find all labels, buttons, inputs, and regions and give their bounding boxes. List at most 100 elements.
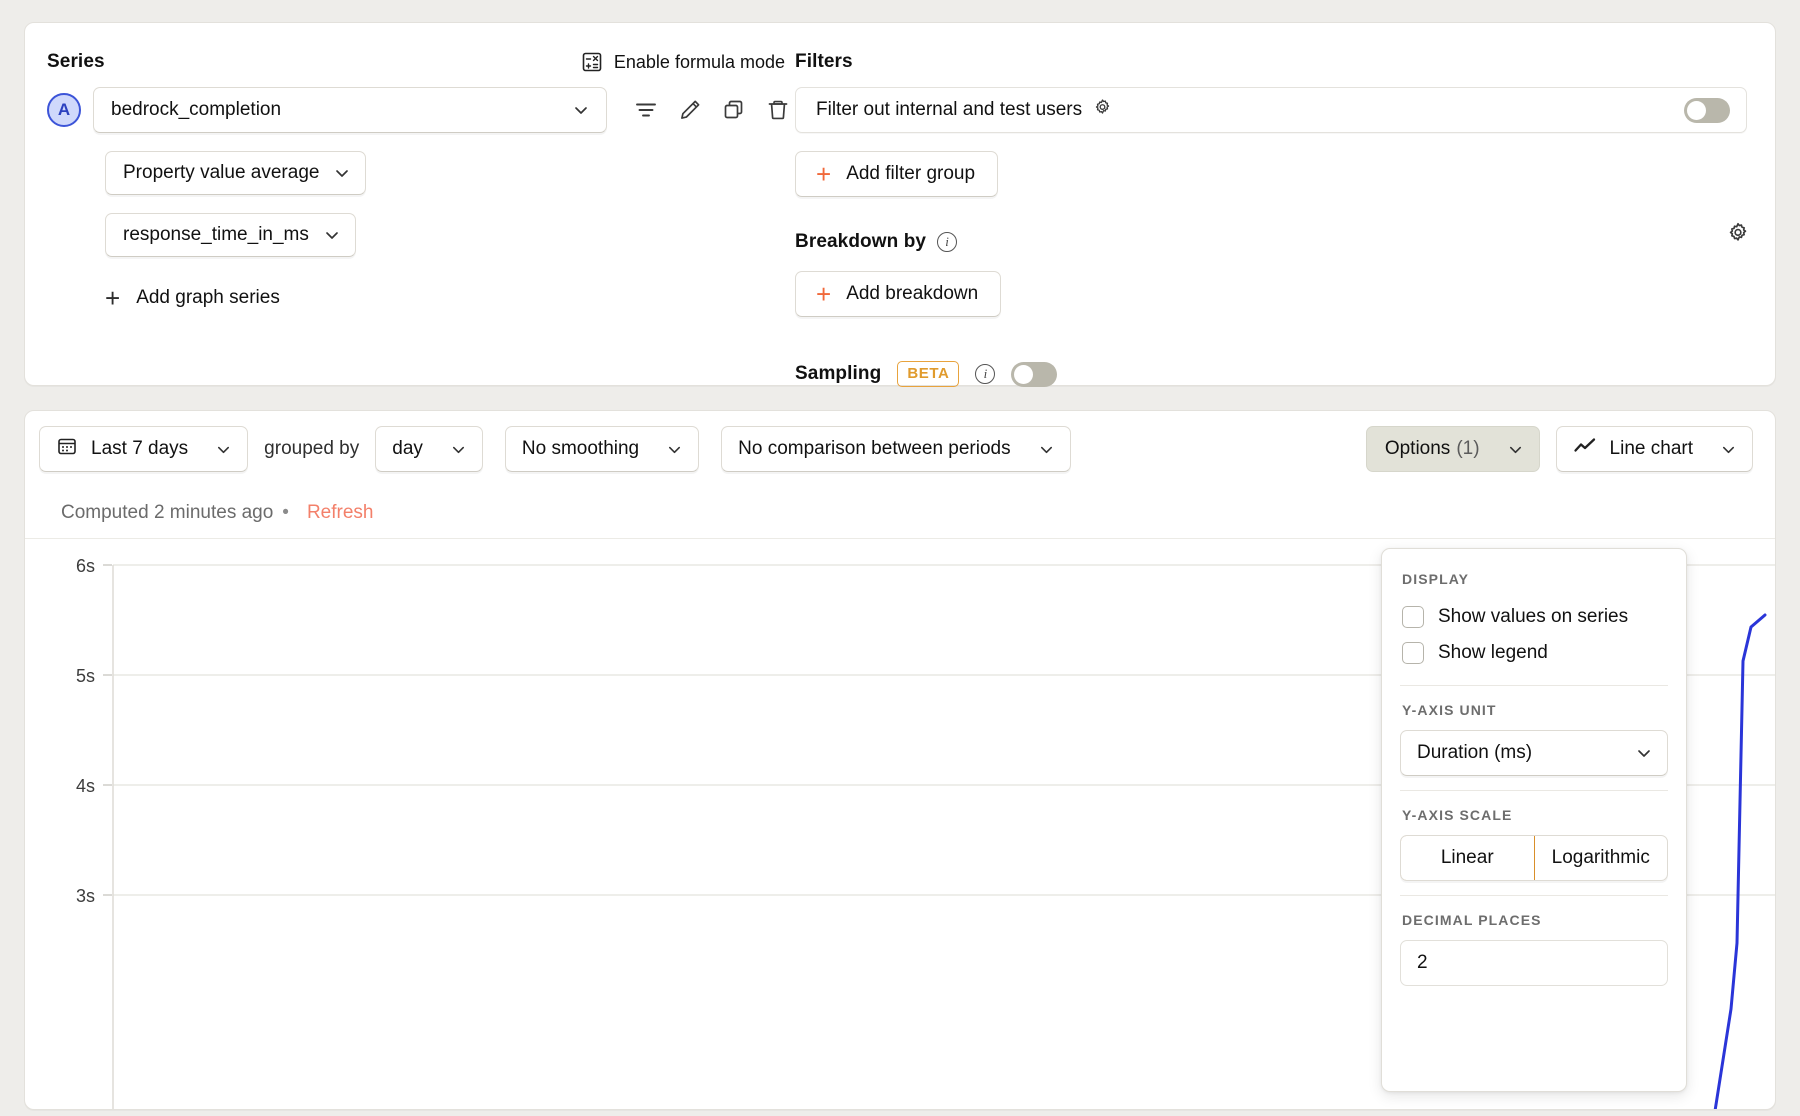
series-action-icons xyxy=(629,93,795,127)
grouped-by-label: grouped by xyxy=(264,438,360,459)
chart-type-value: Line chart xyxy=(1609,438,1693,459)
divider xyxy=(1400,895,1668,896)
toggle-knob xyxy=(1687,100,1706,120)
aggregation-select[interactable]: Property value average xyxy=(105,151,367,195)
chevron-down-icon xyxy=(215,441,232,458)
y-tick-label: 6s xyxy=(76,556,95,576)
internal-users-filter-row: Filter out internal and test users xyxy=(795,87,1747,133)
y-axis-scale-header: Y-AXIS SCALE xyxy=(1402,807,1513,823)
internal-users-toggle[interactable] xyxy=(1684,97,1730,123)
chevron-down-icon xyxy=(572,101,590,119)
decimal-places-header: DECIMAL PLACES xyxy=(1402,912,1542,928)
beta-badge: BETA xyxy=(897,361,960,387)
add-graph-series-label: Add graph series xyxy=(136,287,280,308)
chart-type-select[interactable]: Line chart xyxy=(1555,426,1753,472)
status-separator: • xyxy=(282,501,289,523)
y-tick-label: 3s xyxy=(76,886,95,906)
show-legend-option[interactable]: Show legend xyxy=(1400,635,1668,671)
sampling-row: Sampling BETA i xyxy=(795,361,1747,387)
smoothing-value: No smoothing xyxy=(521,438,640,459)
plus-icon: + xyxy=(105,283,121,313)
series-row: A bedrock_completion xyxy=(47,87,795,133)
add-filter-group-button[interactable]: + Add filter group xyxy=(795,151,999,197)
refresh-link[interactable]: Refresh xyxy=(307,502,374,524)
add-breakdown-label: Add breakdown xyxy=(846,283,979,304)
filters-column: Filters Filter out internal and test use… xyxy=(795,23,1775,387)
display-section-header: DISPLAY xyxy=(1402,571,1470,587)
event-select[interactable]: bedrock_completion xyxy=(93,87,607,133)
show-values-checkbox[interactable] xyxy=(1402,606,1424,628)
chevron-down-icon xyxy=(666,441,683,458)
series-letter-badge: A xyxy=(47,93,81,127)
insight-editor-page: Series Enable formula mode A bedrock_com… xyxy=(0,0,1800,1116)
info-icon[interactable]: i xyxy=(937,232,958,252)
show-legend-label: Show legend xyxy=(1438,642,1548,663)
line-chart-icon xyxy=(1573,436,1597,462)
scale-linear-option[interactable]: Linear xyxy=(1401,836,1535,880)
y-axis-scale-segmented-control: Linear Logarithmic xyxy=(1400,835,1668,881)
chevron-down-icon xyxy=(1635,744,1653,762)
show-values-on-series-option[interactable]: Show values on series xyxy=(1400,599,1668,635)
delete-icon[interactable] xyxy=(761,93,795,127)
date-range-picker[interactable]: Last 7 days xyxy=(39,426,249,472)
filter-icon[interactable] xyxy=(629,93,663,127)
options-dropdown-panel: DISPLAY Show values on series Show legen… xyxy=(1381,548,1687,1092)
sampling-toggle[interactable] xyxy=(1011,361,1058,387)
decimal-places-input[interactable]: 2 xyxy=(1400,940,1668,986)
toggle-knob xyxy=(1014,364,1034,384)
computed-text: Computed 2 minutes ago xyxy=(61,501,274,523)
comparison-value: No comparison between periods xyxy=(738,438,1011,459)
smoothing-select[interactable]: No smoothing xyxy=(504,426,700,472)
add-graph-series-button[interactable]: + Add graph series xyxy=(105,285,795,311)
internal-users-filter-label: Filter out internal and test users xyxy=(816,99,1083,120)
options-label: Options xyxy=(1384,438,1451,459)
chart-y-ticks xyxy=(103,564,112,896)
y-axis-unit-select[interactable]: Duration (ms) xyxy=(1400,730,1668,776)
computed-status-bar: Computed 2 minutes ago • Refresh xyxy=(25,487,1775,539)
enable-formula-mode-button[interactable]: Enable formula mode xyxy=(581,51,785,73)
comparison-select[interactable]: No comparison between periods xyxy=(721,426,1071,472)
gear-icon[interactable] xyxy=(1092,97,1113,124)
chevron-down-icon xyxy=(1038,441,1055,458)
plus-icon: + xyxy=(816,159,832,189)
y-axis-unit-value: Duration (ms) xyxy=(1417,742,1533,763)
formula-icon xyxy=(581,51,603,73)
show-values-label: Show values on series xyxy=(1438,606,1629,627)
divider xyxy=(1400,790,1668,791)
chevron-down-icon xyxy=(450,441,467,458)
series-sub-selectors: Property value average response_time_in_… xyxy=(105,133,795,257)
insight-config-panel: Series Enable formula mode A bedrock_com… xyxy=(24,22,1776,387)
options-button[interactable]: Options (1) xyxy=(1365,426,1540,472)
breakdown-section-title: Breakdown by xyxy=(795,231,927,252)
scale-logarithmic-option[interactable]: Logarithmic xyxy=(1535,836,1668,880)
aggregation-value: Property value average xyxy=(123,162,320,183)
filters-section-title: Filters xyxy=(795,51,853,72)
event-select-value: bedrock_completion xyxy=(111,99,282,120)
chevron-down-icon xyxy=(1720,441,1737,458)
interval-select[interactable]: day xyxy=(375,426,483,472)
property-select[interactable]: response_time_in_ms xyxy=(105,213,356,257)
interval-value: day xyxy=(392,438,423,459)
enable-formula-mode-label: Enable formula mode xyxy=(613,51,785,72)
chevron-down-icon xyxy=(1507,441,1524,458)
y-axis-unit-header: Y-AXIS UNIT xyxy=(1402,702,1497,718)
series-column: Series Enable formula mode A bedrock_com… xyxy=(25,23,795,385)
chart-toolbar: Last 7 days grouped by day No smoothing xyxy=(25,411,1775,487)
breakdown-header: Breakdown by i xyxy=(795,231,1747,253)
internal-users-filter-label-group: Filter out internal and test users xyxy=(816,97,1113,124)
date-range-value: Last 7 days xyxy=(91,438,189,459)
add-filter-group-label: Add filter group xyxy=(846,163,976,184)
series-header: Series Enable formula mode xyxy=(47,51,795,73)
options-count: (1) xyxy=(1456,438,1480,459)
add-breakdown-button[interactable]: + Add breakdown xyxy=(795,271,1002,317)
sampling-label: Sampling xyxy=(795,363,882,384)
edit-icon[interactable] xyxy=(673,93,707,127)
divider xyxy=(1400,685,1668,686)
breakdown-settings-gear-icon[interactable] xyxy=(1725,220,1751,251)
info-icon[interactable]: i xyxy=(975,364,996,384)
show-legend-checkbox[interactable] xyxy=(1402,642,1424,664)
y-tick-label: 4s xyxy=(76,776,95,796)
property-value: response_time_in_ms xyxy=(123,224,309,245)
duplicate-icon[interactable] xyxy=(717,93,751,127)
y-tick-label: 5s xyxy=(76,666,95,686)
